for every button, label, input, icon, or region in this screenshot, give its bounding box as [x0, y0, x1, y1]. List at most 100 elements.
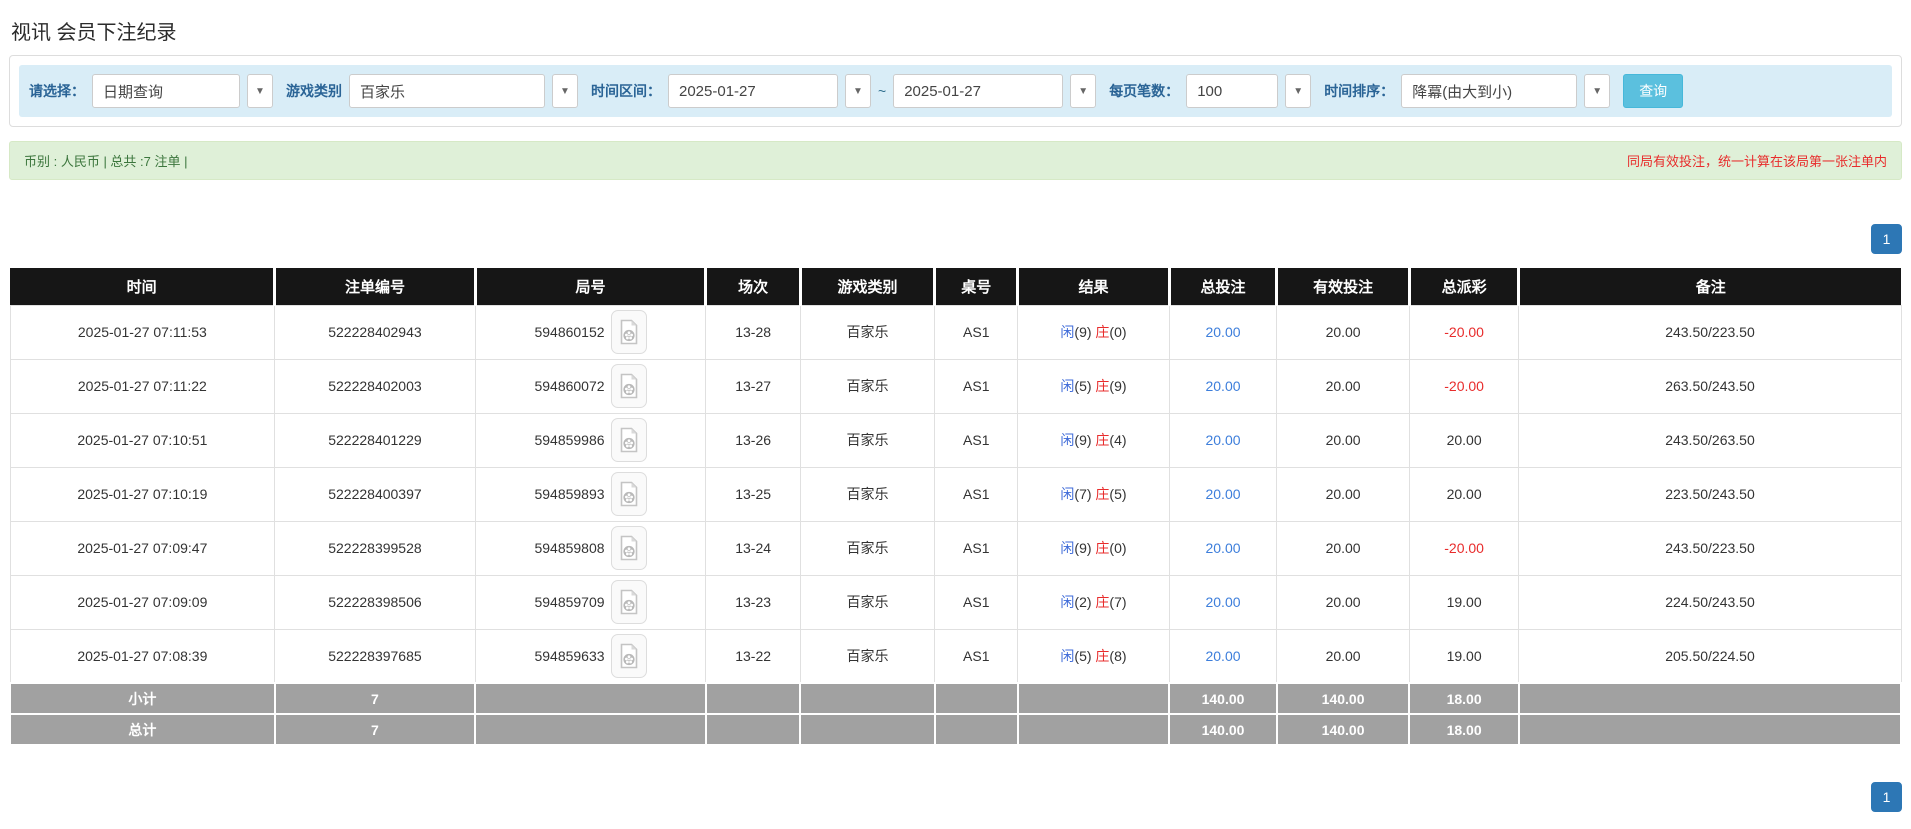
page-1-button[interactable]: 1	[1871, 782, 1902, 812]
total-bet-link[interactable]: 20.00	[1205, 486, 1240, 502]
cell-result: 闲(9) 庄(0)	[1017, 520, 1170, 576]
video-replay-button[interactable]	[610, 472, 647, 516]
video-replay-icon	[620, 535, 637, 561]
total-bet-link[interactable]: 20.00	[1205, 594, 1240, 610]
sort-label: 时间排序：	[1324, 83, 1395, 99]
video-replay-button[interactable]	[610, 364, 647, 408]
mode-label: 请选择：	[29, 83, 85, 99]
table-row: 2025-01-27 07:11:22 522228402003 594860072…	[9, 358, 1902, 414]
column-header: 有效投注	[1275, 268, 1410, 305]
chevron-down-icon: ▼	[255, 85, 265, 97]
game-select[interactable]: 百家乐	[349, 74, 545, 108]
cell-valid-bet: 20.00	[1276, 358, 1410, 414]
player-result-label: 闲	[1060, 540, 1075, 556]
cell-result: 闲(5) 庄(9)	[1017, 358, 1170, 414]
video-replay-button[interactable]	[610, 418, 647, 462]
cell-remark: 223.50/243.50	[1518, 466, 1902, 522]
cell-bet-number: 522228402003	[274, 358, 476, 414]
cell-time: 2025-01-27 07:11:53	[9, 304, 276, 360]
search-button[interactable]: 查询	[1623, 74, 1684, 108]
date-from-input[interactable]: 2025-01-27	[668, 74, 838, 108]
cell-total-bet: 20.00	[1168, 358, 1278, 414]
total-bet-link[interactable]: 20.00	[1205, 540, 1240, 556]
cell-session: 13-25	[705, 466, 801, 522]
cell-time: 2025-01-27 07:09:47	[9, 520, 276, 576]
cell-bet-number: 522228397685	[274, 628, 476, 684]
player-result-label: 闲	[1060, 432, 1075, 448]
total-bet-link[interactable]: 20.00	[1205, 432, 1240, 448]
game-label: 游戏类别	[286, 83, 342, 99]
table-header-row: 时间 注单编号 局号 场次 游戏类别 桌号 结果 总投注 有效投注 总派彩 备注	[10, 268, 1901, 305]
table-row: 2025-01-27 07:10:19 522228400397 594859893…	[9, 466, 1902, 522]
total-bet-link[interactable]: 20.00	[1205, 648, 1240, 664]
video-replay-icon	[620, 373, 637, 399]
cell-table-number: AS1	[934, 574, 1019, 630]
summary-cell: 7	[273, 682, 477, 715]
mode-select-caret[interactable]: ▼	[247, 74, 273, 108]
table-row: 2025-01-27 07:09:09 522228398506 594859709…	[9, 574, 1902, 630]
sort-select-caret[interactable]: ▼	[1584, 74, 1611, 108]
cell-result: 闲(7) 庄(5)	[1017, 466, 1170, 522]
cell-table-number: AS1	[934, 520, 1019, 576]
total-bet-link[interactable]: 20.00	[1205, 324, 1240, 340]
cell-time: 2025-01-27 07:11:22	[9, 358, 276, 414]
round-number-wrap: 594860152	[534, 310, 647, 354]
chevron-down-icon: ▼	[560, 85, 570, 97]
summary-cell: 140.00	[1275, 682, 1411, 715]
page-1-button[interactable]: 1	[1871, 224, 1902, 254]
table-row: 2025-01-27 07:09:47 522228399528 594859808…	[9, 520, 1902, 576]
banker-result-label: 庄	[1095, 540, 1110, 556]
table-row: 2025-01-27 07:08:39 522228397685 594859633…	[9, 628, 1902, 684]
cell-remark: 243.50/263.50	[1518, 412, 1902, 468]
cell-session: 13-23	[705, 574, 801, 630]
page-size-label: 每页笔数：	[1109, 83, 1180, 99]
sort-select[interactable]: 降冪(由大到小)	[1401, 74, 1578, 108]
cell-remark: 205.50/224.50	[1518, 628, 1902, 684]
cell-table-number: AS1	[934, 628, 1019, 684]
cell-bet-number: 522228399528	[274, 520, 476, 576]
banker-result-label: 庄	[1095, 432, 1110, 448]
cell-remark: 243.50/223.50	[1518, 520, 1902, 576]
video-replay-button[interactable]	[610, 526, 647, 570]
mode-select[interactable]: 日期查询	[92, 74, 240, 108]
video-replay-button[interactable]	[610, 633, 647, 678]
cell-session: 13-24	[705, 520, 801, 576]
game-select-caret[interactable]: ▼	[552, 74, 578, 108]
summary-cell	[704, 682, 802, 715]
date-to-input[interactable]: 2025-01-27	[893, 74, 1064, 108]
cell-table-number: AS1	[934, 358, 1019, 414]
cell-game-type: 百家乐	[799, 466, 936, 522]
video-replay-button[interactable]	[610, 580, 647, 624]
cell-bet-number: 522228398506	[274, 574, 476, 630]
cell-total-bet: 20.00	[1168, 520, 1278, 576]
cell-time: 2025-01-27 07:10:51	[9, 412, 276, 468]
chevron-down-icon: ▼	[1078, 85, 1089, 97]
column-header: 注单编号	[273, 268, 476, 305]
cell-game-type: 百家乐	[799, 304, 936, 360]
round-number-wrap: 594859986	[534, 418, 647, 462]
column-header: 备注	[1517, 268, 1901, 305]
cell-round-number: 594859808	[474, 520, 707, 576]
cell-result: 闲(9) 庄(4)	[1017, 412, 1170, 468]
cell-table-number: AS1	[934, 304, 1019, 360]
filter-toolbar: 请选择： 日期查询 ▼ 游戏类别 百家乐 ▼ 时间区间： 2025-01-27 …	[19, 65, 1892, 117]
total-bet-link[interactable]: 20.00	[1205, 378, 1240, 394]
chevron-down-icon: ▼	[1293, 85, 1304, 97]
page-title: 视讯 会员下注纪录	[11, 22, 177, 44]
video-replay-button[interactable]	[610, 310, 647, 354]
cell-payout: 20.00	[1408, 412, 1520, 468]
table-header: 时间 注单编号 局号 场次 游戏类别 桌号 结果 总投注 有效投注 总派彩 备注	[10, 268, 1901, 305]
player-result-label: 闲	[1060, 594, 1075, 610]
page-size-caret[interactable]: ▼	[1285, 74, 1312, 108]
summary-cell: 140.00	[1168, 713, 1278, 746]
cell-valid-bet: 20.00	[1276, 520, 1410, 576]
cell-round-number: 594859633	[474, 628, 707, 684]
date-from-caret[interactable]: ▼	[845, 74, 871, 108]
cell-payout: 19.00	[1408, 574, 1520, 630]
page-size-select[interactable]: 100	[1186, 74, 1279, 108]
cell-total-bet: 20.00	[1168, 574, 1278, 630]
date-to-caret[interactable]: ▼	[1070, 74, 1097, 108]
cell-round-number: 594860072	[474, 358, 707, 414]
summary-cell: 7	[273, 713, 477, 746]
player-result-label: 闲	[1060, 378, 1075, 394]
